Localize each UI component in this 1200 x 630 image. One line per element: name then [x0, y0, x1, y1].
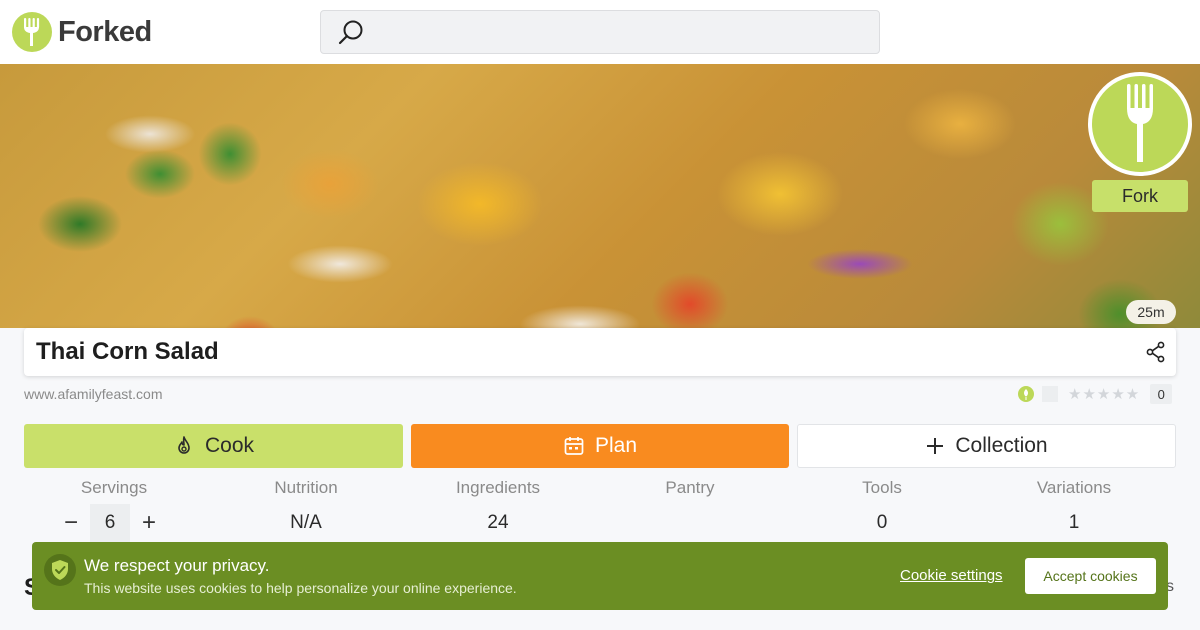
- fork-icon: [12, 12, 52, 52]
- shield-check-icon: [44, 554, 76, 586]
- share-icon[interactable]: [1144, 340, 1168, 364]
- recipe-title-card: Thai Corn Salad: [24, 328, 1176, 376]
- nutrition-value[interactable]: N/A: [210, 512, 402, 534]
- variations-label[interactable]: Variations: [978, 478, 1170, 498]
- cookie-consent-banner: We respect your privacy. This website us…: [32, 542, 1168, 610]
- cook-time-badge: 25m: [1126, 300, 1176, 324]
- rating-stars[interactable]: ★★★★★: [1068, 385, 1140, 403]
- recipe-title: Thai Corn Salad: [36, 338, 219, 365]
- ingredients-label[interactable]: Ingredients: [402, 478, 594, 498]
- decrease-servings-button[interactable]: −: [56, 509, 86, 537]
- cookie-description: This website uses cookies to help person…: [84, 580, 517, 596]
- nutrition-label[interactable]: Nutrition: [210, 478, 402, 498]
- increase-servings-button[interactable]: +: [134, 509, 164, 537]
- recipe-source-link[interactable]: www.afamilyfeast.com: [24, 386, 162, 402]
- tools-value[interactable]: 0: [786, 512, 978, 534]
- cookie-title: We respect your privacy.: [84, 556, 270, 575]
- fork-icon: [1127, 84, 1153, 162]
- plus-icon: [927, 438, 944, 454]
- servings-label: Servings: [80, 478, 148, 497]
- rating-count: 0: [1150, 384, 1173, 404]
- tools-label[interactable]: Tools: [786, 478, 978, 498]
- plan-label: Plan: [594, 434, 638, 457]
- servings-stepper: − 6 +: [56, 504, 172, 542]
- collection-label: Collection: [955, 434, 1048, 457]
- cook-button[interactable]: Cook: [24, 424, 403, 468]
- search-icon: [338, 20, 363, 45]
- search-input[interactable]: [320, 10, 880, 54]
- brand-name: Forked: [58, 15, 152, 48]
- fork-label[interactable]: Fork: [1092, 180, 1188, 212]
- avatar-placeholder: [1042, 386, 1058, 402]
- cook-label: Cook: [204, 434, 255, 457]
- plan-button[interactable]: Plan: [411, 424, 789, 468]
- rating-row: ★★★★★ 0: [1018, 384, 1173, 404]
- fork-recipe-button[interactable]: [1088, 72, 1192, 176]
- pantry-label[interactable]: Pantry: [594, 478, 786, 498]
- top-header: Forked: [0, 0, 1200, 64]
- variations-value[interactable]: 1: [978, 512, 1170, 534]
- ingredients-value[interactable]: 24: [402, 512, 594, 534]
- add-to-collection-button[interactable]: Collection: [797, 424, 1176, 468]
- recipe-hero-image: [0, 64, 1200, 328]
- cookie-settings-link[interactable]: Cookie settings: [900, 567, 1003, 584]
- leaf-icon: [1018, 386, 1034, 402]
- brand-logo[interactable]: Forked: [12, 12, 152, 52]
- flame-icon: [178, 436, 190, 454]
- servings-value[interactable]: 6: [90, 504, 130, 542]
- accept-cookies-button[interactable]: Accept cookies: [1025, 558, 1156, 594]
- calendar-icon: [564, 437, 584, 455]
